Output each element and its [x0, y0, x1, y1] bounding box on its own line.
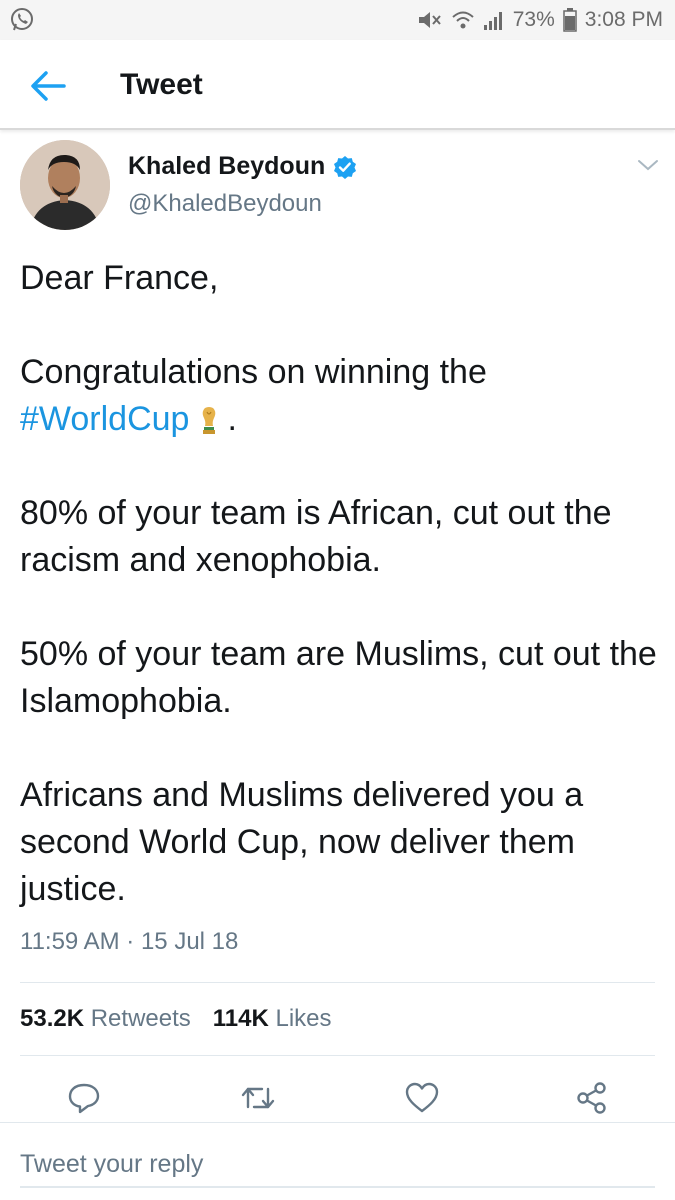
author-name-text: Khaled Beydoun	[128, 152, 326, 180]
trophy-icon	[203, 407, 216, 435]
arrow-left-icon[interactable]	[28, 68, 68, 104]
tweet-paragraph: 50% of your team are Muslims, cut out th…	[20, 635, 657, 720]
likes-count: 114K	[212, 1005, 269, 1032]
tweet-text-segment: Congratulations on winning the	[20, 353, 487, 391]
retweets-stat[interactable]: 53.2K Retweets	[20, 1005, 191, 1033]
tweet-text-segment: .	[227, 400, 237, 438]
share-icon[interactable]	[574, 1080, 610, 1116]
status-right: 73% 3:08 PM	[417, 8, 663, 32]
verified-badge-icon	[334, 155, 357, 179]
page-title: Tweet	[120, 68, 203, 101]
hashtag-link[interactable]: #WorldCup	[20, 400, 189, 438]
author-name[interactable]: Khaled Beydoun	[128, 152, 357, 181]
mute-icon	[418, 12, 441, 28]
reply-icon[interactable]	[66, 1080, 102, 1116]
reply-input[interactable]: Tweet your reply	[20, 1140, 655, 1188]
author-handle[interactable]: @KhaledBeydoun	[128, 190, 322, 218]
heart-icon[interactable]	[404, 1080, 440, 1116]
battery-percent: 73%	[512, 8, 555, 31]
avatar-image	[20, 140, 110, 230]
status-time: 3:08 PM	[584, 8, 663, 31]
tweet-paragraph: Congratulations on winning the #WorldCup…	[20, 349, 660, 443]
battery-icon	[563, 8, 577, 32]
divider	[0, 1122, 675, 1123]
tweet-paragraph: Africans and Muslims delivered you a sec…	[20, 776, 584, 908]
retweets-label: Retweets	[90, 1005, 191, 1032]
chevron-down-icon[interactable]	[636, 156, 660, 174]
status-bar: 73% 3:08 PM	[0, 0, 675, 40]
divider	[20, 1055, 655, 1056]
signal-icon	[483, 12, 502, 30]
retweet-icon[interactable]	[240, 1080, 276, 1116]
whatsapp-icon	[11, 8, 33, 31]
avatar[interactable]	[20, 140, 110, 230]
likes-stat[interactable]: 114K Likes	[213, 1005, 332, 1033]
app-bar: Tweet	[0, 40, 675, 130]
tweet-actions	[0, 1072, 675, 1122]
tweet-timestamp: 11:59 AM · 15 Jul 18	[20, 928, 239, 955]
retweets-count: 53.2K	[20, 1005, 85, 1032]
tweet-text: Dear France, Congratulations on winning …	[20, 255, 660, 913]
status-left	[8, 6, 36, 34]
tweet-paragraph: 80% of your team is African, cut out the…	[20, 494, 612, 579]
divider	[20, 982, 655, 983]
wifi-icon	[452, 11, 474, 29]
tweet-paragraph: Dear France,	[20, 259, 219, 297]
likes-label: Likes	[275, 1005, 332, 1032]
tweet-stats: 53.2K Retweets 114K Likes	[20, 1005, 332, 1033]
